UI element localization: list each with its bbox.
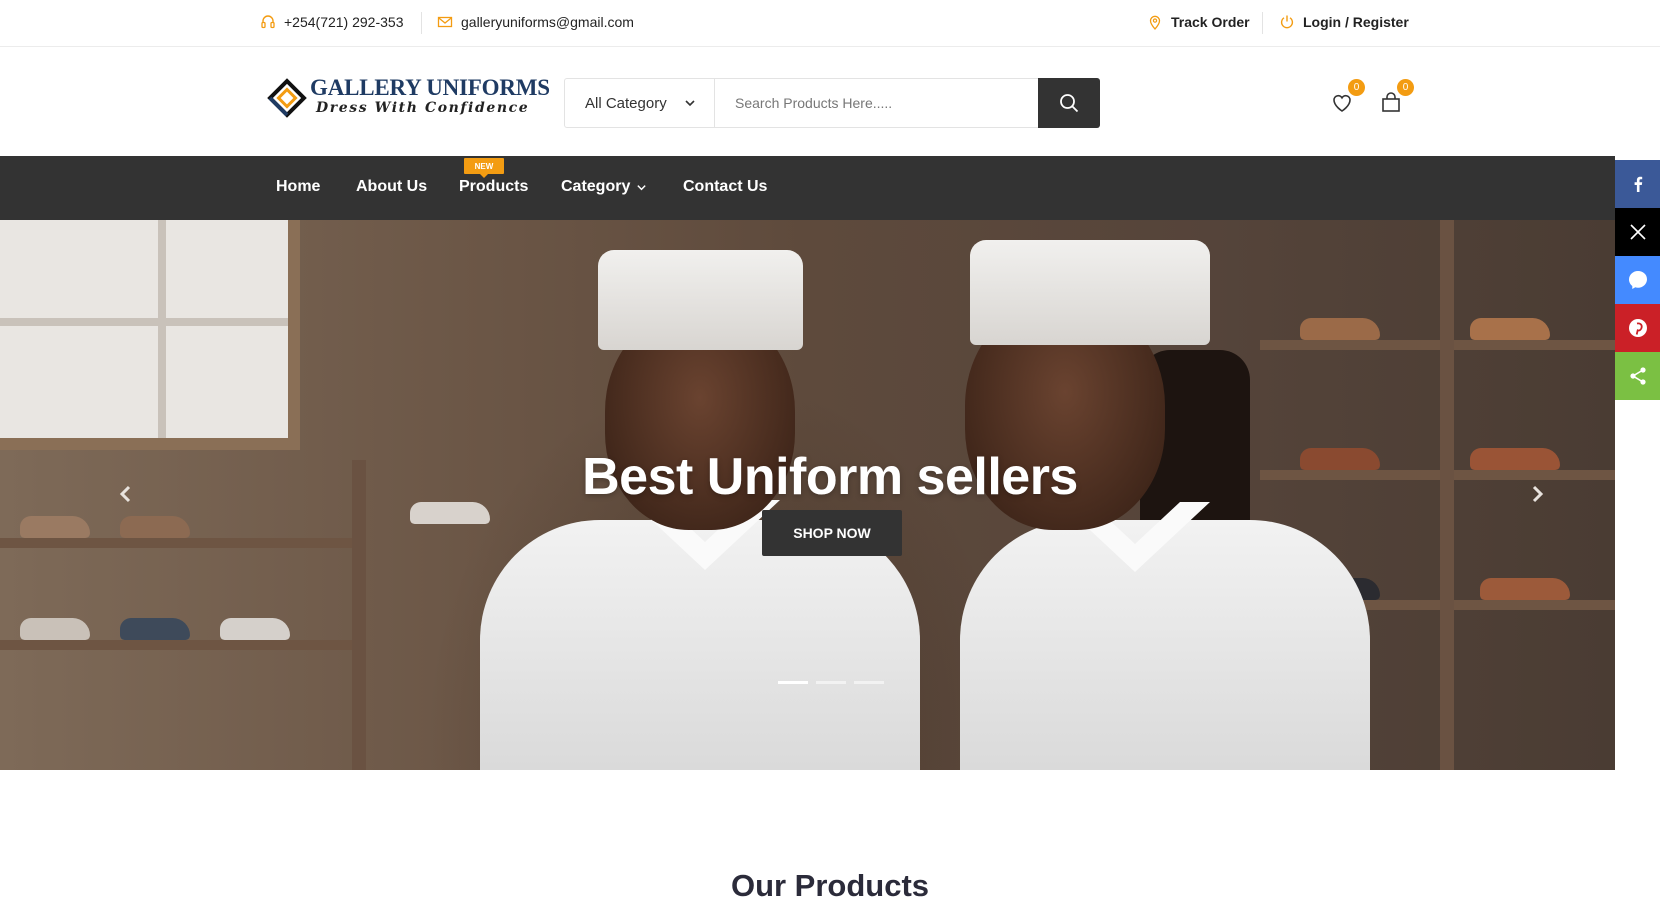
email-address: galleryuniforms@gmail.com [461, 14, 634, 30]
shoe [1480, 578, 1570, 600]
wishlist-count-badge: 0 [1348, 79, 1365, 96]
track-order-label: Track Order [1171, 14, 1250, 30]
phone-contact[interactable]: +254(721) 292-353 [260, 14, 404, 30]
x-icon [1629, 224, 1646, 240]
section-title: Our Products [730, 868, 930, 903]
shelf [1260, 340, 1615, 350]
divider [1262, 12, 1263, 34]
nav-item-label: Category [561, 178, 631, 195]
search-bar: All Category [564, 78, 1100, 128]
chevron-down-icon [637, 184, 647, 190]
divider [421, 12, 422, 34]
nav-item-label: About Us [356, 178, 428, 195]
logo-title: GALLERY UNIFORMS [310, 75, 550, 100]
nav-item-label: Home [276, 178, 321, 195]
nav-item-category[interactable]: Category [561, 178, 647, 196]
shelf [0, 538, 360, 548]
shoe [1470, 318, 1550, 340]
uniform-cap [970, 240, 1210, 345]
slider-dot-1[interactable] [778, 681, 808, 684]
site-header: GALLERY UNIFORMS Dress With Confidence A… [0, 47, 1660, 155]
uniform-cap [598, 250, 803, 350]
login-register-label: Login / Register [1303, 14, 1409, 30]
nav-item-home[interactable]: Home [276, 178, 320, 196]
category-select[interactable]: All Category [565, 79, 715, 127]
chevron-down-icon [685, 100, 695, 107]
share-more-button[interactable] [1615, 352, 1660, 400]
logo[interactable]: GALLERY UNIFORMS Dress With Confidence [266, 73, 550, 123]
main-navigation: Home About Us NEW Products Category Cont… [0, 156, 1615, 220]
slider-dots [778, 681, 884, 684]
search-input[interactable] [715, 79, 1038, 127]
nav-item-contact-us[interactable]: Contact Us [683, 178, 767, 196]
shoe [20, 618, 90, 640]
search-button[interactable] [1038, 78, 1100, 128]
phone-number: +254(721) 292-353 [284, 14, 404, 30]
power-icon [1280, 15, 1294, 29]
headset-icon [261, 15, 275, 29]
chevron-right-icon[interactable] [1525, 482, 1549, 506]
slider-dot-3[interactable] [854, 681, 884, 684]
social-share-bar [1615, 160, 1660, 400]
wishlist-button[interactable]: 0 [1329, 79, 1365, 117]
nav-item-label: Products [459, 178, 529, 195]
mail-icon [437, 16, 453, 28]
login-register-link[interactable]: Login / Register [1279, 14, 1409, 30]
shelf [0, 640, 360, 650]
category-select-label: All Category [585, 94, 667, 112]
logo-tagline: Dress With Confidence [316, 100, 530, 116]
nav-item-products[interactable]: Products [459, 178, 528, 196]
share-pinterest-button[interactable] [1615, 304, 1660, 352]
shoe [120, 618, 190, 640]
hero-title: Best Uniform sellers [582, 448, 1078, 506]
shop-now-button[interactable]: SHOP NOW [762, 510, 902, 556]
shoe [1300, 318, 1380, 340]
map-pin-icon [1149, 15, 1161, 30]
uniform-shirt [960, 520, 1370, 770]
logo-mark-icon [267, 78, 307, 118]
share-messenger-button[interactable] [1615, 256, 1660, 304]
track-order-link[interactable]: Track Order [1147, 14, 1250, 30]
background-window [0, 220, 300, 450]
messenger-icon [1628, 271, 1647, 289]
share-icon [1629, 367, 1646, 385]
pinterest-icon [1628, 319, 1647, 337]
nav-item-about-us[interactable]: About Us [356, 178, 427, 196]
chevron-left-icon[interactable] [114, 482, 138, 506]
shoe [220, 618, 290, 640]
shoe [20, 516, 90, 538]
email-contact[interactable]: galleryuniforms@gmail.com [437, 14, 634, 30]
shoe [120, 516, 190, 538]
share-facebook-button[interactable] [1615, 160, 1660, 208]
cart-count-badge: 0 [1397, 79, 1414, 96]
slider-dot-2[interactable] [816, 681, 846, 684]
nav-item-label: Contact Us [683, 178, 768, 195]
cart-button[interactable]: 0 [1378, 79, 1414, 117]
share-x-button[interactable] [1615, 208, 1660, 256]
new-badge: NEW [464, 158, 504, 178]
facebook-icon [1634, 176, 1642, 192]
search-icon [1060, 94, 1079, 113]
top-bar: +254(721) 292-353 galleryuniforms@gmail.… [0, 0, 1660, 47]
hero-slider: Best Uniform sellers SHOP NOW [0, 220, 1615, 770]
